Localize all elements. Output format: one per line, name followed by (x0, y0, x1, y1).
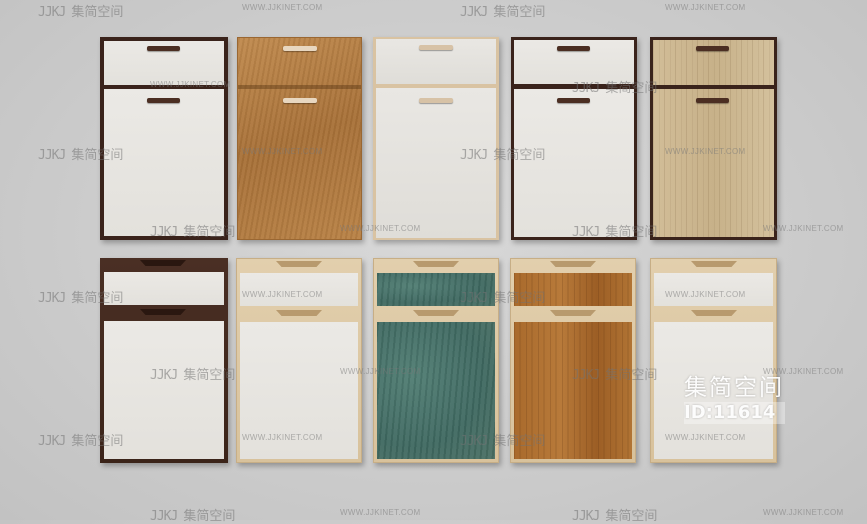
watermark-url: WWW.JJKINET.COM (665, 147, 746, 156)
watermark-logo-mark: JJKJ (460, 5, 488, 20)
watermark-logo: JJKJ 集简空间 (572, 505, 657, 524)
drawer-divider (238, 85, 361, 89)
watermark-url: WWW.JJKINET.COM (665, 3, 746, 12)
watermark-logo: JJKJ 集简空间 (150, 221, 235, 240)
watermark-brand: 集简空间 (605, 225, 658, 240)
watermark-url: WWW.JJKINET.COM (340, 508, 421, 517)
watermark-logo-mark: JJKJ (572, 368, 600, 383)
watermark-brand: 集简空间 (71, 148, 124, 163)
watermark-url: WWW.JJKINET.COM (340, 367, 421, 376)
watermark-url: WWW.JJKINET.COM (665, 433, 746, 442)
cabinet-door-2 (237, 37, 362, 240)
drawer-handle (557, 46, 590, 51)
watermark-url: WWW.JJKINET.COM (665, 290, 746, 299)
door-panel (653, 89, 774, 237)
watermark-logo-mark: JJKJ (38, 291, 66, 306)
watermark-brand: 集简空间 (183, 509, 236, 524)
watermark-logo-mark: JJKJ (460, 148, 488, 163)
watermark-url: WWW.JJKINET.COM (150, 80, 231, 89)
door-handle (696, 98, 729, 103)
id-badge-number: ID:11614 (684, 402, 786, 424)
watermark-logo-mark: JJKJ (38, 5, 66, 20)
watermark-logo: JJKJ 集简空间 (150, 364, 235, 383)
watermark-logo: JJKJ 集简空间 (460, 144, 545, 163)
watermark-logo-mark: JJKJ (150, 509, 178, 524)
door-panel (514, 89, 634, 237)
top-grip-notch (413, 261, 459, 267)
watermark-logo: JJKJ 集简空间 (38, 144, 123, 163)
top-grip-notch (550, 261, 596, 267)
watermark-url: WWW.JJKINET.COM (242, 3, 323, 12)
watermark-logo: JJKJ 集简空间 (572, 221, 657, 240)
watermark-brand: 集简空间 (71, 291, 124, 306)
watermark-logo: JJKJ 集简空间 (38, 430, 123, 449)
cabinet-door-3 (373, 37, 499, 240)
watermark-url: WWW.JJKINET.COM (763, 508, 844, 517)
door-grip-notch (550, 310, 596, 316)
door-grip-notch (413, 310, 459, 316)
watermark-url: WWW.JJKINET.COM (340, 224, 421, 233)
drawer-handle (419, 45, 453, 50)
watermark-brand: 集简空间 (493, 291, 546, 306)
watermark-logo: JJKJ 集简空间 (38, 287, 123, 306)
watermark-brand: 集简空间 (605, 509, 658, 524)
watermark-logo: JJKJ 集简空间 (572, 77, 657, 96)
cabinet-door-1 (100, 37, 228, 240)
watermark-brand: 集简空间 (183, 368, 236, 383)
watermark-logo-mark: JJKJ (150, 368, 178, 383)
cabinet-door-5 (650, 37, 777, 240)
watermark-brand: 集简空间 (183, 225, 236, 240)
top-grip-notch (691, 261, 737, 267)
watermark-logo-mark: JJKJ (572, 509, 600, 524)
watermark-url: WWW.JJKINET.COM (242, 290, 323, 299)
id-badge: 集简空间 ID:11614 (684, 374, 786, 424)
drawer-handle (147, 46, 180, 51)
watermark-logo: JJKJ 集简空间 (460, 430, 545, 449)
watermark-logo-mark: JJKJ (572, 81, 600, 96)
door-handle (283, 98, 317, 103)
watermark-logo-mark: JJKJ (460, 434, 488, 449)
watermark-url: WWW.JJKINET.COM (242, 433, 323, 442)
watermark-logo-mark: JJKJ (38, 434, 66, 449)
watermark-logo-mark: JJKJ (38, 148, 66, 163)
watermark-brand: 集简空间 (493, 148, 546, 163)
id-badge-title: 集简空间 (684, 375, 784, 401)
watermark-brand: 集简空间 (605, 368, 658, 383)
door-panel (376, 88, 496, 238)
watermark-brand: 集简空间 (605, 81, 658, 96)
cabinet-door-4 (511, 37, 637, 240)
watermark-brand: 集简空间 (493, 5, 546, 20)
watermark-url: WWW.JJKINET.COM (242, 147, 323, 156)
watermark-logo: JJKJ 集简空间 (572, 364, 657, 383)
watermark-url: WWW.JJKINET.COM (763, 224, 844, 233)
watermark-logo: JJKJ 集简空间 (460, 287, 545, 306)
door-grip-notch (691, 310, 737, 316)
watermark-brand: 集简空间 (71, 5, 124, 20)
top-grip-notch (140, 260, 186, 266)
door-handle (147, 98, 180, 103)
door-handle (419, 98, 453, 103)
watermark-logo: JJKJ 集简空间 (150, 505, 235, 524)
watermark-brand: 集简空间 (71, 434, 124, 449)
watermark-logo-mark: JJKJ (150, 225, 178, 240)
door-grip-notch (276, 310, 322, 316)
door-grip-notch (140, 309, 186, 315)
watermark-logo: JJKJ 集简空间 (460, 1, 545, 20)
top-grip-notch (276, 261, 322, 267)
drawer-handle (696, 46, 729, 51)
drawer-handle (283, 46, 317, 51)
watermark-logo-mark: JJKJ (572, 225, 600, 240)
watermark-logo-mark: JJKJ (460, 291, 488, 306)
door-handle (557, 98, 590, 103)
watermark-brand: 集简空间 (493, 434, 546, 449)
watermark-logo: JJKJ 集简空间 (38, 1, 123, 20)
